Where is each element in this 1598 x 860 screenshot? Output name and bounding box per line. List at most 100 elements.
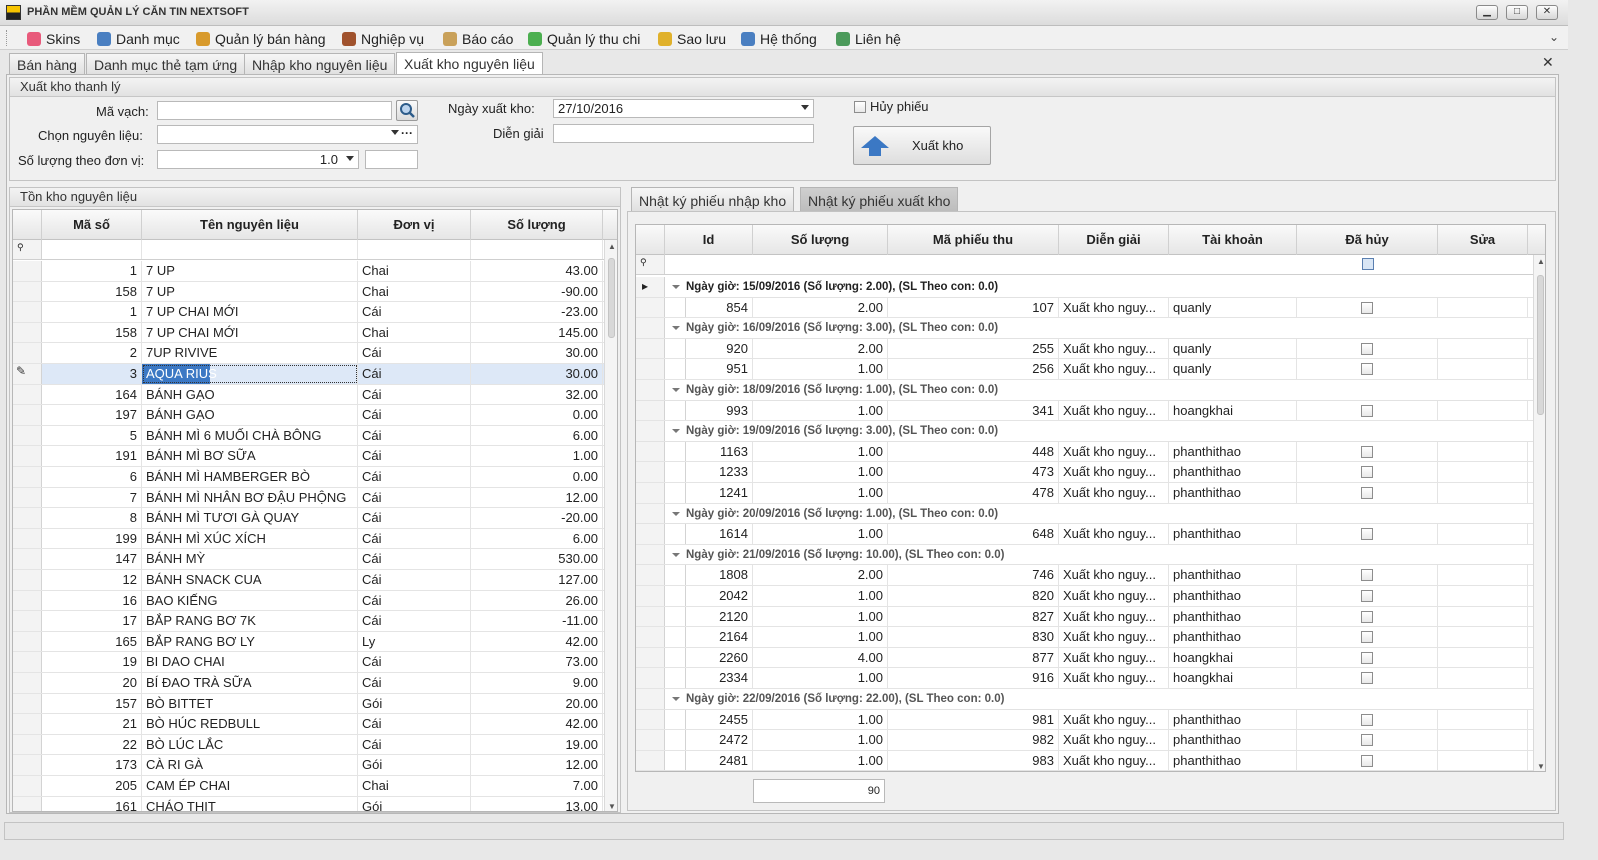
table-cell[interactable]: 820 [888, 586, 1059, 606]
sua-cell[interactable] [1438, 709, 1528, 730]
table-cell[interactable]: 2 [42, 343, 142, 364]
col-header-so-luong[interactable]: Số lượng [753, 225, 888, 255]
table-cell[interactable]: 1614 [686, 524, 753, 545]
table-cell[interactable]: 1 [42, 302, 142, 323]
export-button[interactable]: Xuất kho [853, 126, 991, 165]
sua-cell[interactable] [1438, 647, 1528, 668]
table-cell[interactable]: Xuất kho nguy... [1059, 565, 1169, 586]
table-cell[interactable]: 827 [888, 606, 1059, 627]
table-cell[interactable]: phanthithao [1169, 565, 1297, 586]
table-cell[interactable]: 7 UP CHAI MỚI [142, 302, 358, 323]
table-cell[interactable]: 6 [42, 467, 142, 487]
menu-item-0[interactable]: Skins [27, 30, 80, 48]
table-row[interactable]: 2260 4.00 877 Xuất kho nguy... hoangkhai [636, 647, 1533, 669]
table-cell[interactable]: Xuất kho nguy... [1059, 730, 1169, 751]
barcode-search-button[interactable] [396, 100, 418, 121]
ellipsis-icon[interactable]: ··· [401, 126, 413, 141]
da-huy-checkbox[interactable] [1361, 301, 1373, 314]
table-cell[interactable]: 2455 [686, 709, 753, 730]
table-cell[interactable]: 158 [42, 322, 142, 343]
sua-cell[interactable] [1438, 359, 1528, 380]
table-cell[interactable]: 22 [42, 734, 142, 755]
table-cell[interactable]: 165 [42, 631, 142, 652]
table-cell[interactable]: BÁNH MÌ HAMBERGER BÒ [142, 467, 358, 487]
table-row[interactable]: 1233 1.00 473 Xuất kho nguy... phanthithao [636, 462, 1533, 483]
da-huy-checkbox[interactable] [1361, 487, 1373, 499]
table-cell[interactable]: 1 [42, 261, 142, 281]
table-row[interactable]: 7 BÁNH MÌ NHÂN BƠ ĐẬU PHỘNG Cái 12.00 [13, 487, 604, 509]
table-cell[interactable]: 17 [42, 611, 142, 632]
table-cell[interactable]: 530.00 [471, 549, 603, 570]
table-cell[interactable]: 1.00 [753, 730, 888, 751]
table-cell[interactable]: phanthithao [1169, 606, 1297, 627]
table-cell[interactable]: Cái [358, 652, 471, 673]
table-cell[interactable]: phanthithao [1169, 524, 1297, 545]
table-cell[interactable]: BÁNH GẠO [142, 384, 358, 405]
table-cell[interactable]: 7 UP [142, 281, 358, 302]
table-cell[interactable]: Cái [358, 425, 471, 446]
table-cell[interactable]: Xuất kho nguy... [1059, 668, 1169, 689]
table-row[interactable]: 16 BAO KIẾNG Cái 26.00 [13, 590, 604, 612]
table-row[interactable]: 2042 1.00 820 Xuất kho nguy... phanthithao [636, 586, 1533, 607]
tab-danh-muc-the-tam-ung[interactable]: Danh mục thẻ tạm ứng [86, 53, 246, 74]
da-huy-checkbox[interactable] [1361, 754, 1373, 767]
table-cell[interactable]: 1.00 [753, 668, 888, 689]
table-cell[interactable]: AQUA RIUS [142, 364, 358, 384]
table-cell[interactable]: Cái [358, 343, 471, 364]
filter-don-vi[interactable] [358, 240, 471, 259]
table-cell[interactable]: BÁNH MÌ NHÂN BƠ ĐẬU PHỘNG [142, 487, 358, 508]
table-row[interactable]: 199 BÁNH MÌ XÚC XÍCH Cái 6.00 [13, 528, 604, 550]
table-cell[interactable]: 3 [42, 364, 142, 384]
table-cell[interactable]: quanly [1169, 338, 1297, 359]
table-cell[interactable]: 2120 [686, 606, 753, 627]
table-cell[interactable]: Xuất kho nguy... [1059, 483, 1169, 503]
table-cell[interactable]: 26.00 [471, 590, 603, 611]
menu-item-5[interactable]: Quản lý thu chi [528, 30, 640, 48]
table-cell[interactable]: 16 [42, 590, 142, 611]
table-cell[interactable]: BÒ BITTET [142, 693, 358, 714]
table-cell[interactable]: -11.00 [471, 611, 603, 632]
table-cell[interactable]: 12 [42, 570, 142, 590]
table-cell[interactable]: 157 [42, 693, 142, 714]
table-cell[interactable]: 2.00 [753, 565, 888, 586]
da-huy-checkbox[interactable] [1361, 445, 1373, 458]
table-cell[interactable]: Xuất kho nguy... [1059, 400, 1169, 421]
sua-cell[interactable] [1438, 462, 1528, 483]
table-row[interactable]: 197 BÁNH GẠO Cái 0.00 [13, 405, 604, 426]
sua-cell[interactable] [1438, 441, 1528, 462]
table-row[interactable]: 165 BẮP RANG BƠ LY Ly 42.00 [13, 631, 604, 653]
table-cell[interactable]: 1.00 [753, 441, 888, 462]
table-cell[interactable]: 478 [888, 483, 1059, 503]
table-cell[interactable]: Cái [358, 302, 471, 323]
col-header-id[interactable]: Id [665, 225, 753, 255]
group-row[interactable]: Ngày giờ: 18/09/2016 (Số lượng: 1.00), (… [636, 380, 1533, 401]
table-cell[interactable]: Xuất kho nguy... [1059, 359, 1169, 380]
tab-log-nhap-kho[interactable]: Nhật ký phiếu nhập kho [631, 187, 795, 211]
table-row[interactable]: 854 2.00 107 Xuất kho nguy... quanly [636, 297, 1533, 319]
table-cell[interactable]: 2164 [686, 627, 753, 648]
table-cell[interactable]: Cái [358, 528, 471, 549]
table-row[interactable]: 158 7 UP Chai -90.00 [13, 281, 604, 303]
barcode-input[interactable] [157, 101, 392, 120]
table-row[interactable]: 161 CHÁO THỊT Gói 13.00 [13, 796, 604, 811]
table-cell[interactable]: Xuất kho nguy... [1059, 606, 1169, 627]
table-cell[interactable]: 19.00 [471, 734, 603, 755]
da-huy-checkbox[interactable] [1361, 404, 1373, 417]
table-cell[interactable]: 1233 [686, 462, 753, 483]
description-input[interactable] [553, 124, 814, 143]
sua-cell[interactable] [1438, 627, 1528, 648]
table-cell[interactable]: BÒ LÚC LẮC [142, 734, 358, 755]
table-cell[interactable]: 43.00 [471, 261, 603, 281]
table-row[interactable]: 6 BÁNH MÌ HAMBERGER BÒ Cái 0.00 [13, 467, 604, 488]
table-cell[interactable]: 2334 [686, 668, 753, 689]
table-row[interactable]: 158 7 UP CHAI MỚI Chai 145.00 [13, 322, 604, 344]
table-cell[interactable]: 12.00 [471, 487, 603, 508]
table-row[interactable]: 2472 1.00 982 Xuất kho nguy... phanthithao [636, 730, 1533, 751]
table-row[interactable]: 2164 1.00 830 Xuất kho nguy... phanthithao [636, 627, 1533, 648]
table-cell[interactable]: Xuất kho nguy... [1059, 750, 1169, 771]
table-cell[interactable]: Xuất kho nguy... [1059, 297, 1169, 318]
table-cell[interactable]: Xuất kho nguy... [1059, 524, 1169, 545]
table-cell[interactable]: BÁNH MÌ 6 MUỐI CHÀ BÔNG [142, 425, 358, 446]
group-row[interactable]: Ngày giờ: 21/09/2016 (Số lượng: 10.00), … [636, 544, 1533, 566]
table-row[interactable]: 12 BÁNH SNACK CUA Cái 127.00 [13, 570, 604, 591]
